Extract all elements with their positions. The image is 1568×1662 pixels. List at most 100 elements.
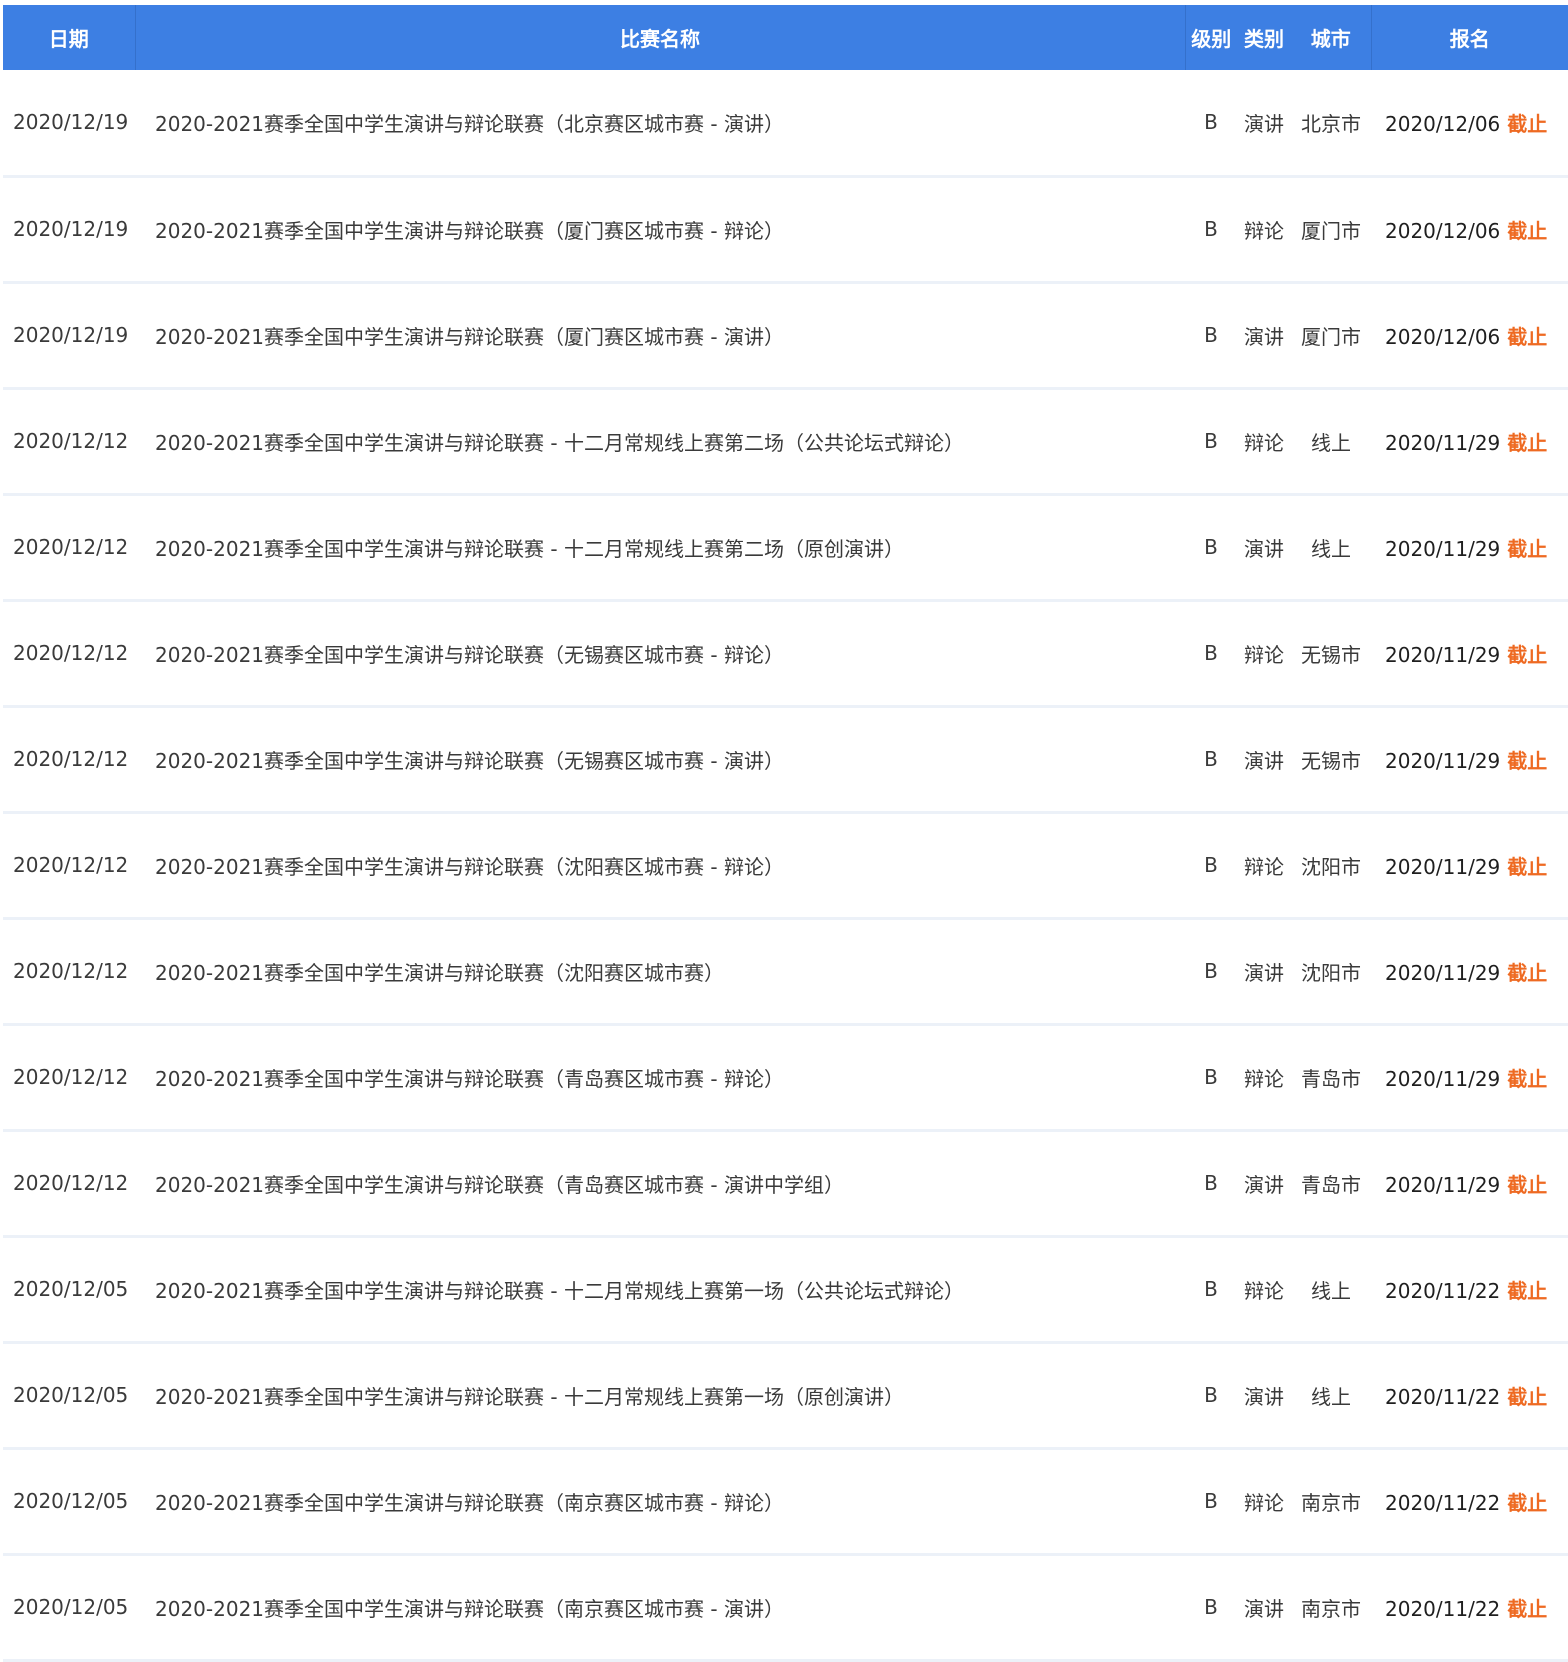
cell-date: 2020/12/12 — [3, 1130, 135, 1238]
cell-contest-name[interactable]: 2020-2021赛季全国中学生演讲与辩论联赛 - 十二月常规线上赛第一场（原创… — [135, 1342, 1185, 1450]
registration-deadline: 2020/11/29 — [1385, 854, 1501, 879]
cell-city: 线上 — [1291, 494, 1371, 602]
cell-city: 沈阳市 — [1291, 812, 1371, 920]
cell-level: B — [1185, 1448, 1237, 1556]
table-row[interactable]: 2020/12/12 2020-2021赛季全国中学生演讲与辩论联赛（无锡赛区城… — [3, 706, 1568, 814]
cell-date: 2020/12/19 — [3, 176, 135, 284]
column-header-category: 类别 — [1244, 27, 1284, 51]
status-badge[interactable]: 截止 — [1507, 961, 1547, 985]
cell-contest-name[interactable]: 2020-2021赛季全国中学生演讲与辩论联赛（南京赛区城市赛 - 演讲） — [135, 1554, 1185, 1662]
status-badge[interactable]: 截止 — [1507, 325, 1547, 349]
table-row[interactable]: 2020/12/12 2020-2021赛季全国中学生演讲与辩论联赛（青岛赛区城… — [3, 1130, 1568, 1238]
column-header-date: 日期 — [3, 5, 136, 70]
cell-level: B — [1185, 1130, 1237, 1238]
cell-contest-name[interactable]: 2020-2021赛季全国中学生演讲与辩论联赛（无锡赛区城市赛 - 演讲） — [135, 706, 1185, 814]
cell-level: B — [1185, 176, 1237, 284]
status-badge[interactable]: 截止 — [1507, 1173, 1547, 1197]
cell-category: 演讲 — [1237, 1554, 1291, 1662]
table-row[interactable]: 2020/12/05 2020-2021赛季全国中学生演讲与辩论联赛（南京赛区城… — [3, 1554, 1568, 1662]
cell-category: 辩论 — [1237, 812, 1291, 920]
cell-level: B — [1185, 70, 1237, 178]
cell-category: 辩论 — [1237, 388, 1291, 496]
table-row[interactable]: 2020/12/12 2020-2021赛季全国中学生演讲与辩论联赛（无锡赛区城… — [3, 600, 1568, 708]
registration-deadline: 2020/11/29 — [1385, 430, 1501, 455]
cell-category: 演讲 — [1237, 1342, 1291, 1450]
status-badge[interactable]: 截止 — [1507, 1597, 1547, 1621]
table-row[interactable]: 2020/12/12 2020-2021赛季全国中学生演讲与辩论联赛（沈阳赛区城… — [3, 918, 1568, 1026]
cell-date: 2020/12/12 — [3, 918, 135, 1026]
cell-date: 2020/12/12 — [3, 388, 135, 496]
cell-registration: 2020/11/29 截止 — [1371, 812, 1568, 920]
cell-level: B — [1185, 494, 1237, 602]
status-badge[interactable]: 截止 — [1507, 431, 1547, 455]
cell-category: 辩论 — [1237, 600, 1291, 708]
cell-contest-name[interactable]: 2020-2021赛季全国中学生演讲与辩论联赛（无锡赛区城市赛 - 辩论） — [135, 600, 1185, 708]
status-badge[interactable]: 截止 — [1507, 537, 1547, 561]
cell-registration: 2020/11/22 截止 — [1371, 1342, 1568, 1450]
cell-contest-name[interactable]: 2020-2021赛季全国中学生演讲与辩论联赛（南京赛区城市赛 - 辩论） — [135, 1448, 1185, 1556]
registration-deadline: 2020/11/22 — [1385, 1278, 1501, 1303]
cell-contest-name[interactable]: 2020-2021赛季全国中学生演讲与辩论联赛 - 十二月常规线上赛第二场（公共… — [135, 388, 1185, 496]
registration-deadline: 2020/12/06 — [1385, 111, 1501, 136]
table-row[interactable]: 2020/12/05 2020-2021赛季全国中学生演讲与辩论联赛 - 十二月… — [3, 1236, 1568, 1344]
table-row[interactable]: 2020/12/05 2020-2021赛季全国中学生演讲与辩论联赛 - 十二月… — [3, 1342, 1568, 1450]
status-badge[interactable]: 截止 — [1507, 219, 1547, 243]
registration-deadline: 2020/12/06 — [1385, 324, 1501, 349]
cell-contest-name[interactable]: 2020-2021赛季全国中学生演讲与辩论联赛（沈阳赛区城市赛 - 辩论） — [135, 812, 1185, 920]
cell-category: 演讲 — [1237, 282, 1291, 390]
cell-level: B — [1185, 1342, 1237, 1450]
cell-date: 2020/12/12 — [3, 1024, 135, 1132]
status-badge[interactable]: 截止 — [1507, 749, 1547, 773]
cell-contest-name[interactable]: 2020-2021赛季全国中学生演讲与辩论联赛 - 十二月常规线上赛第二场（原创… — [135, 494, 1185, 602]
cell-contest-name[interactable]: 2020-2021赛季全国中学生演讲与辩论联赛（厦门赛区城市赛 - 演讲） — [135, 282, 1185, 390]
cell-registration: 2020/12/06 截止 — [1371, 176, 1568, 284]
cell-category: 辩论 — [1237, 1024, 1291, 1132]
table-row[interactable]: 2020/12/12 2020-2021赛季全国中学生演讲与辩论联赛 - 十二月… — [3, 388, 1568, 496]
cell-registration: 2020/12/06 截止 — [1371, 282, 1568, 390]
cell-contest-name[interactable]: 2020-2021赛季全国中学生演讲与辩论联赛（北京赛区城市赛 - 演讲） — [135, 70, 1185, 178]
status-badge[interactable]: 截止 — [1507, 1279, 1547, 1303]
registration-deadline: 2020/11/22 — [1385, 1384, 1501, 1409]
status-badge[interactable]: 截止 — [1507, 112, 1547, 136]
contest-table-container: 日期 比赛名称 级别 类别 城市 报名 2020/12/19 2020-2021… — [3, 5, 1568, 1662]
cell-date: 2020/12/05 — [3, 1342, 135, 1450]
table-row[interactable]: 2020/12/19 2020-2021赛季全国中学生演讲与辩论联赛（北京赛区城… — [3, 70, 1568, 178]
table-row[interactable]: 2020/12/05 2020-2021赛季全国中学生演讲与辩论联赛（南京赛区城… — [3, 1448, 1568, 1556]
cell-contest-name[interactable]: 2020-2021赛季全国中学生演讲与辩论联赛（青岛赛区城市赛 - 辩论） — [135, 1024, 1185, 1132]
cell-registration: 2020/11/29 截止 — [1371, 1024, 1568, 1132]
cell-category: 演讲 — [1237, 1130, 1291, 1238]
cell-contest-name[interactable]: 2020-2021赛季全国中学生演讲与辩论联赛（沈阳赛区城市赛） — [135, 918, 1185, 1026]
cell-category: 辩论 — [1237, 1448, 1291, 1556]
status-badge[interactable]: 截止 — [1507, 855, 1547, 879]
registration-deadline: 2020/11/29 — [1385, 1066, 1501, 1091]
status-badge[interactable]: 截止 — [1507, 1385, 1547, 1409]
cell-city: 无锡市 — [1291, 600, 1371, 708]
registration-deadline: 2020/11/22 — [1385, 1490, 1501, 1515]
cell-level: B — [1185, 918, 1237, 1026]
cell-contest-name[interactable]: 2020-2021赛季全国中学生演讲与辩论联赛（青岛赛区城市赛 - 演讲中学组） — [135, 1130, 1185, 1238]
table-row[interactable]: 2020/12/12 2020-2021赛季全国中学生演讲与辩论联赛 - 十二月… — [3, 494, 1568, 602]
cell-city: 青岛市 — [1291, 1024, 1371, 1132]
cell-city: 南京市 — [1291, 1448, 1371, 1556]
status-badge[interactable]: 截止 — [1507, 1067, 1547, 1091]
table-row[interactable]: 2020/12/19 2020-2021赛季全国中学生演讲与辩论联赛（厦门赛区城… — [3, 282, 1568, 390]
cell-registration: 2020/11/29 截止 — [1371, 388, 1568, 496]
status-badge[interactable]: 截止 — [1507, 1491, 1547, 1515]
cell-registration: 2020/11/22 截止 — [1371, 1236, 1568, 1344]
cell-level: B — [1185, 1236, 1237, 1344]
cell-level: B — [1185, 812, 1237, 920]
cell-level: B — [1185, 1024, 1237, 1132]
cell-level: B — [1185, 706, 1237, 814]
table-row[interactable]: 2020/12/12 2020-2021赛季全国中学生演讲与辩论联赛（沈阳赛区城… — [3, 812, 1568, 920]
status-badge[interactable]: 截止 — [1507, 643, 1547, 667]
cell-contest-name[interactable]: 2020-2021赛季全国中学生演讲与辩论联赛（厦门赛区城市赛 - 辩论） — [135, 176, 1185, 284]
cell-contest-name[interactable]: 2020-2021赛季全国中学生演讲与辩论联赛 - 十二月常规线上赛第一场（公共… — [135, 1236, 1185, 1344]
cell-level: B — [1185, 1554, 1237, 1662]
table-row[interactable]: 2020/12/12 2020-2021赛季全国中学生演讲与辩论联赛（青岛赛区城… — [3, 1024, 1568, 1132]
table-row[interactable]: 2020/12/19 2020-2021赛季全国中学生演讲与辩论联赛（厦门赛区城… — [3, 176, 1568, 284]
cell-registration: 2020/11/29 截止 — [1371, 1130, 1568, 1238]
cell-category: 演讲 — [1237, 706, 1291, 814]
cell-date: 2020/12/12 — [3, 812, 135, 920]
cell-date: 2020/12/12 — [3, 706, 135, 814]
cell-date: 2020/12/12 — [3, 600, 135, 708]
